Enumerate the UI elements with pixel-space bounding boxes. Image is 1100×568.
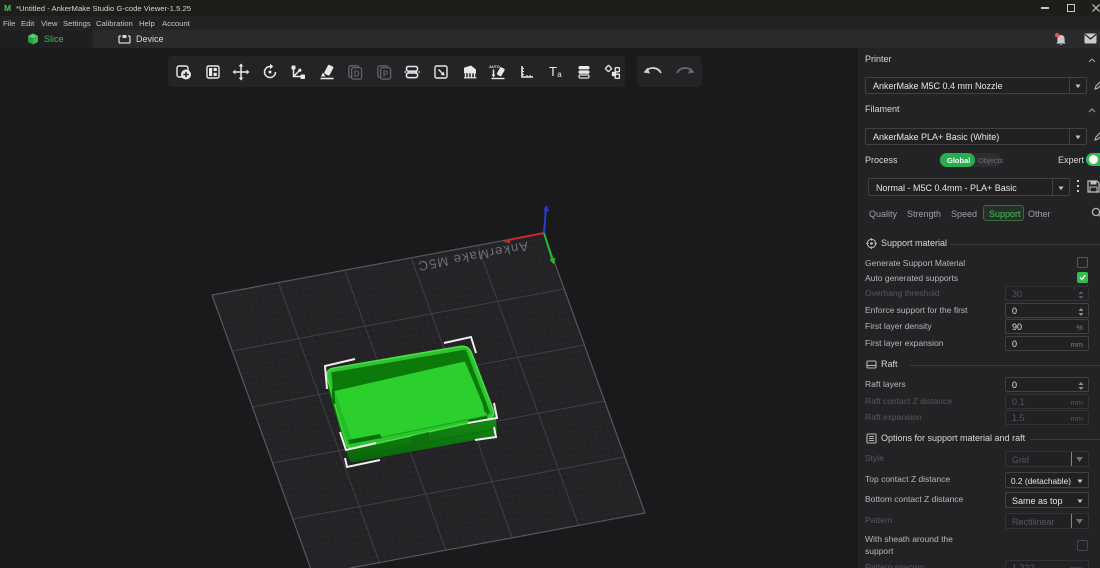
svg-text:AUTO: AUTO: [489, 65, 500, 69]
svg-text:D: D: [354, 69, 360, 78]
svg-text:a: a: [557, 70, 562, 79]
svg-text:P: P: [383, 69, 389, 78]
svg-text:T: T: [549, 64, 557, 79]
